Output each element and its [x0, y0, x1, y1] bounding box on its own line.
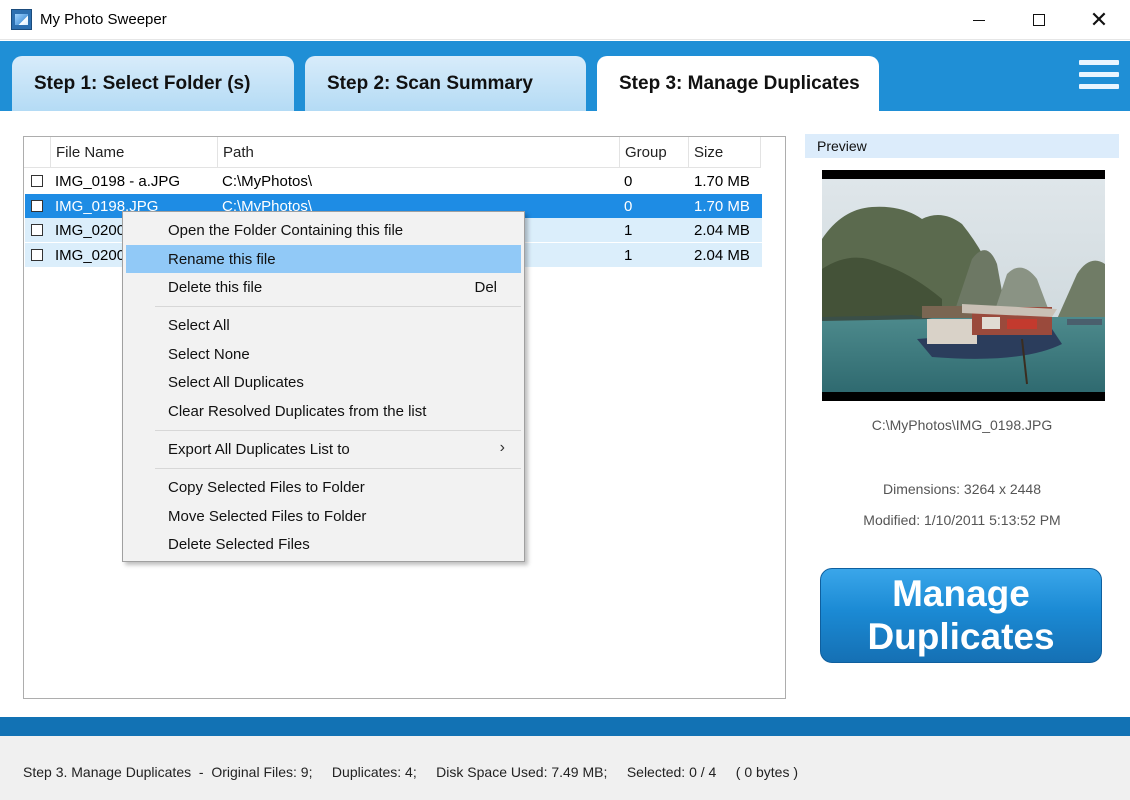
preview-image	[822, 170, 1105, 401]
file-name-cell: IMG_0200	[55, 221, 126, 239]
preview-file-path: C:\MyPhotos\IMG_0198.JPG	[871, 417, 1053, 433]
menu-item-label: Clear Resolved Duplicates from the list	[168, 402, 427, 420]
menu-item-label: Copy Selected Files to Folder	[168, 478, 365, 496]
menu-item-label: Export All Duplicates List to	[168, 440, 350, 458]
status-text: Step 3. Manage Duplicates - Original Fil…	[23, 764, 799, 780]
menu-item-label: Select All	[168, 316, 230, 334]
menu-item-clear-resolved[interactable]: Clear Resolved Duplicates from the list	[126, 397, 521, 425]
menu-item-label: Delete this file	[168, 278, 263, 296]
minimize-button[interactable]	[950, 0, 1008, 40]
maximize-button[interactable]	[1010, 0, 1068, 40]
shortcut-label: Del	[474, 279, 497, 296]
maximize-icon	[1033, 14, 1045, 26]
menu-item-select-all[interactable]: Select All	[126, 311, 521, 339]
minimize-icon	[973, 19, 985, 21]
menu-item-label: Select All Duplicates	[168, 373, 304, 391]
menu-item-select-none[interactable]: Select None	[126, 340, 521, 368]
file-name-cell: IMG_0200	[55, 246, 126, 264]
column-header-path[interactable]: Path	[217, 137, 619, 168]
window-title: My Photo Sweeper	[40, 11, 167, 28]
size-cell: 1.70 MB	[694, 197, 750, 215]
close-icon: ✕	[1089, 7, 1109, 32]
menu-item-rename[interactable]: Rename this file	[126, 245, 521, 273]
step-tab-strip: Step 1: Select Folder (s) Step 2: Scan S…	[0, 41, 1130, 111]
checkbox-column-header	[24, 137, 50, 168]
menu-item-delete-selected[interactable]: Delete Selected Files	[126, 530, 521, 558]
row-checkbox[interactable]	[31, 175, 43, 187]
menu-separator	[155, 306, 521, 307]
app-icon	[11, 9, 32, 30]
menu-item-label: Select None	[168, 345, 250, 363]
file-name-cell: IMG_0198 - a.JPG	[55, 172, 181, 190]
menu-item-move-to-folder[interactable]: Move Selected Files to Folder	[126, 502, 521, 530]
row-checkbox[interactable]	[31, 249, 43, 261]
preview-dimensions: Dimensions: 3264 x 2448	[883, 481, 1041, 497]
list-header: File Name Path Group Size	[24, 137, 761, 168]
group-cell: 0	[624, 197, 633, 215]
preview-heading: Preview	[805, 134, 1119, 158]
column-header-size[interactable]: Size	[688, 137, 761, 168]
row-checkbox[interactable]	[31, 200, 43, 212]
close-button[interactable]: ✕	[1070, 0, 1128, 40]
button-label-line-2: Duplicates	[867, 616, 1055, 657]
menu-item-label: Open the Folder Containing this file	[168, 221, 404, 239]
menu-item-copy-to-folder[interactable]: Copy Selected Files to Folder	[126, 473, 521, 501]
group-cell: 1	[624, 246, 633, 264]
context-menu: Open the Folder Containing this file Ren…	[122, 211, 525, 562]
status-bar: Step 3. Manage Duplicates - Original Fil…	[0, 736, 1130, 800]
tab-scan-summary[interactable]: Step 2: Scan Summary	[305, 56, 586, 111]
button-label-line-1: Manage	[892, 573, 1030, 614]
menu-item-label: Delete Selected Files	[168, 535, 310, 553]
size-cell: 2.04 MB	[694, 221, 750, 239]
menu-separator	[155, 430, 521, 431]
column-header-group[interactable]: Group	[619, 137, 688, 168]
size-cell: 1.70 MB	[694, 172, 750, 190]
manage-duplicates-button[interactable]: Manage Duplicates	[820, 568, 1102, 663]
menu-item-label: Move Selected Files to Folder	[168, 507, 367, 525]
column-header-file-name[interactable]: File Name	[50, 137, 217, 168]
size-cell: 2.04 MB	[694, 246, 750, 264]
status-band	[0, 717, 1130, 736]
tab-select-folders[interactable]: Step 1: Select Folder (s)	[12, 56, 294, 111]
group-cell: 1	[624, 221, 633, 239]
hamburger-menu-icon[interactable]	[1079, 60, 1119, 94]
preview-modified-date: Modified: 1/10/2011 5:13:52 PM	[863, 512, 1061, 528]
group-cell: 0	[624, 172, 633, 190]
menu-item-delete-file[interactable]: Delete this file Del	[126, 273, 521, 301]
chevron-right-icon: ›	[499, 439, 505, 456]
menu-item-export-list[interactable]: Export All Duplicates List to ›	[126, 435, 521, 463]
tab-manage-duplicates[interactable]: Step 3: Manage Duplicates	[597, 56, 879, 111]
title-bar: My Photo Sweeper ✕	[0, 0, 1130, 40]
table-row[interactable]: IMG_0198 - a.JPG C:\MyPhotos\ 0 1.70 MB	[25, 169, 762, 193]
menu-item-open-folder[interactable]: Open the Folder Containing this file	[126, 216, 521, 244]
row-checkbox[interactable]	[31, 224, 43, 236]
menu-item-select-all-duplicates[interactable]: Select All Duplicates	[126, 368, 521, 396]
menu-item-label: Rename this file	[168, 250, 276, 268]
path-cell: C:\MyPhotos\	[222, 172, 313, 190]
menu-separator	[155, 468, 521, 469]
